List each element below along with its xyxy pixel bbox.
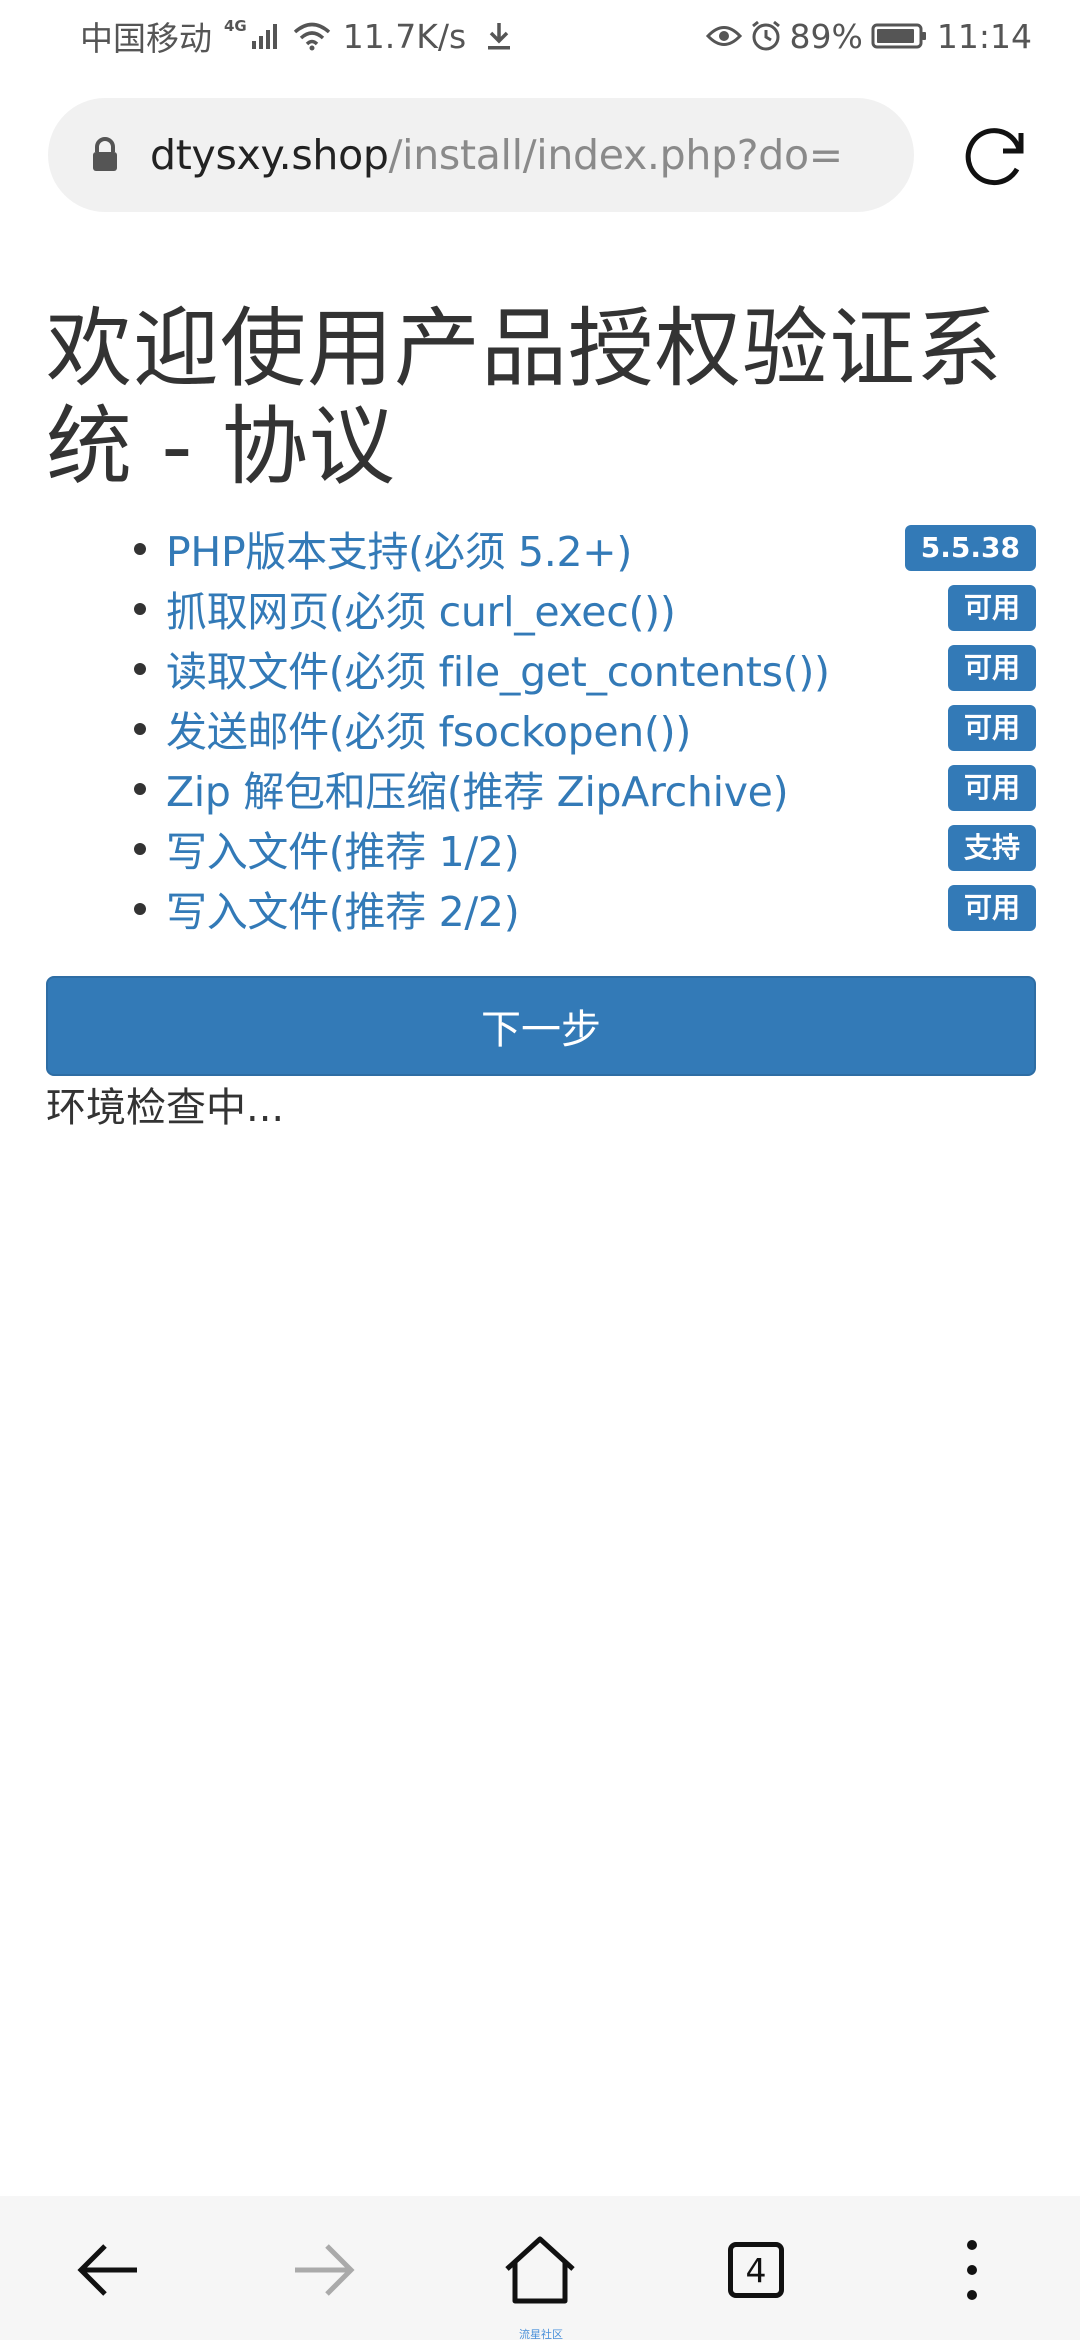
environment-status-text: 环境检查中... xyxy=(46,1085,285,1131)
back-button[interactable] xyxy=(70,2232,146,2308)
bottom-navigation-bar: 4 流星社区 xyxy=(0,2196,1080,2341)
home-button[interactable] xyxy=(502,2232,578,2308)
reload-button[interactable] xyxy=(956,116,1034,194)
battery-percent: 89% xyxy=(789,16,863,56)
page-title: 欢迎使用产品授权验证系统 - 协议 xyxy=(46,299,1003,497)
status-badge: 支持 xyxy=(947,825,1036,871)
url-path: /install/index.php?do= xyxy=(388,131,843,179)
status-bar: 中国移动 4G 11.7K/s 89% 11:14 xyxy=(0,0,1080,72)
check-item-link[interactable]: 读取文件(必须 file_get_contents()) xyxy=(166,638,830,698)
list-item: PHP版本支持(必须 5.2+) 5.5.38 xyxy=(46,518,1036,578)
list-item: 写入文件(推荐 1/2) 支持 xyxy=(46,818,1036,878)
battery-icon xyxy=(871,22,929,50)
next-step-button[interactable]: 下一步 xyxy=(46,976,1036,1076)
signal-icon xyxy=(251,23,281,49)
check-item-link[interactable]: PHP版本支持(必须 5.2+) xyxy=(166,518,632,578)
status-badge: 可用 xyxy=(947,705,1036,751)
check-item-link[interactable]: 发送邮件(必须 fsockopen()) xyxy=(166,698,691,758)
status-badge: 可用 xyxy=(947,645,1036,691)
eye-icon xyxy=(705,23,742,49)
back-arrow-icon xyxy=(75,2240,141,2300)
check-item-link[interactable]: 写入文件(推荐 2/2) xyxy=(166,878,520,938)
tabs-button[interactable]: 4 xyxy=(718,2232,794,2308)
tabs-icon: 4 xyxy=(728,2242,784,2298)
url-field[interactable]: dtysxy.shop/install/index.php?do= xyxy=(48,98,914,212)
status-badge: 5.5.38 xyxy=(904,525,1036,571)
forward-button[interactable] xyxy=(286,2232,362,2308)
list-item: 发送邮件(必须 fsockopen()) 可用 xyxy=(46,698,1036,758)
reload-icon xyxy=(959,119,1031,191)
home-icon xyxy=(503,2235,577,2305)
address-bar: dtysxy.shop/install/index.php?do= xyxy=(0,98,1080,214)
wifi-icon xyxy=(293,21,331,51)
tab-count: 4 xyxy=(745,2250,767,2290)
carrier-name: 中国移动 xyxy=(80,19,212,58)
url-domain: dtysxy.shop xyxy=(150,131,389,179)
more-menu-button[interactable] xyxy=(934,2232,1010,2308)
url-text: dtysxy.shop/install/index.php?do= xyxy=(150,131,843,179)
page-content: 欢迎使用产品授权验证系统 - 协议 PHP版本支持(必须 5.2+) 5.5.3… xyxy=(46,300,1036,1134)
status-badge: 可用 xyxy=(947,585,1036,631)
status-badge: 可用 xyxy=(947,885,1036,931)
list-item: Zip 解包和压缩(推荐 ZipArchive) 可用 xyxy=(46,758,1036,818)
forward-arrow-icon xyxy=(291,2240,357,2300)
alarm-icon xyxy=(750,20,782,52)
list-item: 写入文件(推荐 2/2) 可用 xyxy=(46,878,1036,938)
more-icon xyxy=(962,2237,982,2303)
check-item-link[interactable]: Zip 解包和压缩(推荐 ZipArchive) xyxy=(166,758,789,818)
check-item-link[interactable]: 写入文件(推荐 1/2) xyxy=(166,818,520,878)
status-right: 89% 11:14 xyxy=(705,16,1032,56)
status-left: 中国移动 4G 11.7K/s xyxy=(80,12,512,60)
environment-check-list: PHP版本支持(必须 5.2+) 5.5.38 抓取网页(必须 curl_exe… xyxy=(46,518,1036,938)
check-item-link[interactable]: 抓取网页(必须 curl_exec()) xyxy=(166,578,676,638)
network-speed: 11.7K/s xyxy=(342,16,467,56)
network-type: 4G xyxy=(224,17,247,35)
list-item: 读取文件(必须 file_get_contents()) 可用 xyxy=(46,638,1036,698)
clock-time: 11:14 xyxy=(936,16,1032,56)
download-icon xyxy=(486,21,512,51)
list-item: 抓取网页(必须 curl_exec()) 可用 xyxy=(46,578,1036,638)
lock-icon[interactable] xyxy=(90,137,120,173)
status-badge: 可用 xyxy=(947,765,1036,811)
